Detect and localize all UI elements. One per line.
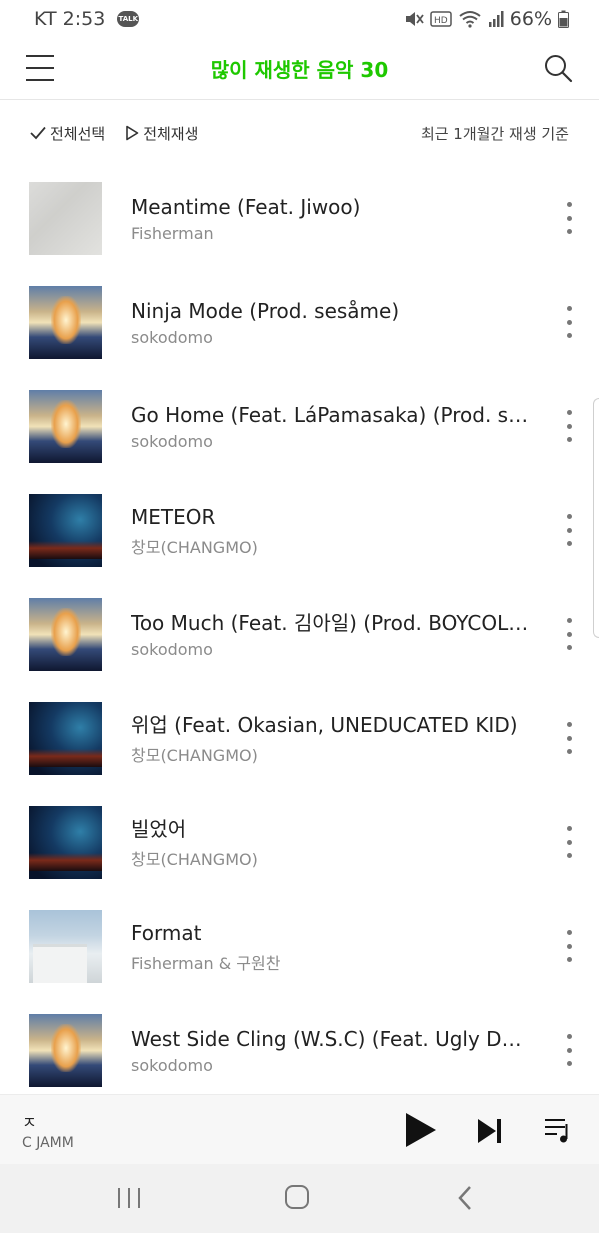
song-row[interactable]: Go Home (Feat. LáPamasaka) (Prod. se… so… xyxy=(0,374,599,478)
album-art[interactable] xyxy=(29,181,102,255)
song-row[interactable]: Meantime (Feat. Jiwoo) Fisherman xyxy=(0,166,599,270)
album-art[interactable] xyxy=(29,389,102,463)
play-all-label: 전체재생 xyxy=(143,124,199,143)
more-vertical-icon[interactable] xyxy=(565,514,573,546)
app-header: 많이 재생한 음악 30 xyxy=(0,38,599,100)
edge-panel-handle[interactable] xyxy=(593,398,599,638)
list-toolbar: 전체선택 전체재생 최근 1개월간 재생 기준 xyxy=(0,100,599,166)
song-artist[interactable]: sokodomo xyxy=(131,328,531,347)
song-artist[interactable]: sokodomo xyxy=(131,640,531,659)
song-artist[interactable]: 창모(CHANGMO) xyxy=(131,742,531,766)
more-vertical-icon[interactable] xyxy=(565,618,573,650)
song-text: Meantime (Feat. Jiwoo) Fisherman xyxy=(131,193,531,243)
song-text: Too Much (Feat. 김아일) (Prod. BOYCOLD) sok… xyxy=(131,609,531,659)
song-title: Go Home (Feat. LáPamasaka) (Prod. se… xyxy=(131,403,531,427)
page-title: 많이 재생한 음악 30 xyxy=(210,58,389,82)
system-nav-bar xyxy=(0,1164,599,1233)
song-row[interactable]: Too Much (Feat. 김아일) (Prod. BOYCOLD) sok… xyxy=(0,582,599,686)
song-text: West Side Cling (W.S.C) (Feat. Ugly Duc…… xyxy=(131,1025,531,1075)
more-vertical-icon[interactable] xyxy=(565,410,573,442)
song-artist[interactable]: sokodomo xyxy=(131,432,531,451)
more-vertical-icon[interactable] xyxy=(565,722,573,754)
song-row[interactable]: 빌었어 창모(CHANGMO) xyxy=(0,790,599,894)
song-text: Ninja Mode (Prod. sesåme) sokodomo xyxy=(131,297,531,347)
song-text: 위업 (Feat. Okasian, UNEDUCATED KID) 창모(CH… xyxy=(131,711,531,766)
check-icon xyxy=(30,126,46,140)
song-artist[interactable]: Fisherman & 구원찬 xyxy=(131,950,531,974)
more-vertical-icon[interactable] xyxy=(565,826,573,858)
now-playing-title: ㅈ xyxy=(22,1113,37,1132)
hamburger-icon[interactable] xyxy=(26,55,54,81)
status-right: HD 66% xyxy=(404,8,569,30)
song-title: Too Much (Feat. 김아일) (Prod. BOYCOLD) xyxy=(131,611,531,635)
song-row[interactable]: 위업 (Feat. Okasian, UNEDUCATED KID) 창모(CH… xyxy=(0,686,599,790)
song-row[interactable]: West Side Cling (W.S.C) (Feat. Ugly Duc…… xyxy=(0,998,599,1102)
play-outline-icon xyxy=(126,125,139,141)
song-list: Meantime (Feat. Jiwoo) Fisherman Ninja M… xyxy=(0,166,599,1102)
mute-icon xyxy=(405,12,424,26)
hd-voice-icon: HD xyxy=(430,11,452,27)
status-time: KT 2:53 xyxy=(34,8,106,30)
kakaotalk-notification-icon: TALK xyxy=(117,11,140,27)
song-title: 위업 (Feat. Okasian, UNEDUCATED KID) xyxy=(131,712,518,737)
select-all-button[interactable]: 전체선택 xyxy=(30,123,105,144)
album-art[interactable] xyxy=(29,1013,102,1087)
album-art[interactable] xyxy=(29,597,102,671)
album-art[interactable] xyxy=(29,285,102,359)
song-row[interactable]: METEOR 창모(CHANGMO) xyxy=(0,478,599,582)
song-title: Meantime (Feat. Jiwoo) xyxy=(131,195,361,219)
play-icon[interactable] xyxy=(402,1111,438,1149)
album-art[interactable] xyxy=(29,701,102,775)
now-playing-artist: C JAMM xyxy=(22,1135,74,1151)
album-art[interactable] xyxy=(29,909,102,983)
album-art[interactable] xyxy=(29,805,102,879)
skip-next-icon[interactable] xyxy=(476,1117,504,1145)
battery-icon xyxy=(558,10,569,28)
song-text: Format Fisherman & 구원찬 xyxy=(131,919,531,974)
song-title: Ninja Mode (Prod. sesåme) xyxy=(131,299,400,323)
period-note: 최근 1개월간 재생 기준 xyxy=(420,124,569,143)
battery-percent: 66% xyxy=(509,8,552,30)
song-artist[interactable]: Fisherman xyxy=(131,224,531,243)
song-title: 빌었어 xyxy=(131,816,187,841)
album-art[interactable] xyxy=(29,493,102,567)
recent-apps-icon[interactable] xyxy=(118,1188,140,1208)
more-vertical-icon[interactable] xyxy=(565,306,573,338)
song-title: Format xyxy=(131,920,202,945)
song-row[interactable]: Format Fisherman & 구원찬 xyxy=(0,894,599,998)
song-artist[interactable]: 창모(CHANGMO) xyxy=(131,534,531,558)
song-row[interactable]: Ninja Mode (Prod. sesåme) sokodomo xyxy=(0,270,599,374)
back-icon[interactable] xyxy=(456,1184,474,1212)
song-text: 빌었어 창모(CHANGMO) xyxy=(131,815,531,870)
home-icon[interactable] xyxy=(285,1185,309,1209)
song-title: METEOR xyxy=(131,504,216,529)
signal-icon xyxy=(488,11,504,27)
playlist-icon[interactable] xyxy=(543,1115,573,1145)
song-text: Go Home (Feat. LáPamasaka) (Prod. se… so… xyxy=(131,401,531,451)
play-all-button[interactable]: 전체재생 xyxy=(125,123,198,144)
song-artist[interactable]: 창모(CHANGMO) xyxy=(131,846,531,870)
status-bar: KT 2:53 TALK HD 66% xyxy=(0,0,599,38)
more-vertical-icon[interactable] xyxy=(565,1034,573,1066)
wifi-icon xyxy=(459,11,481,28)
song-artist[interactable]: sokodomo xyxy=(131,1056,531,1075)
svg-text:HD: HD xyxy=(434,16,448,26)
more-vertical-icon[interactable] xyxy=(565,202,573,234)
mini-player[interactable]: ㅈ C JAMM xyxy=(0,1094,599,1164)
song-title: West Side Cling (W.S.C) (Feat. Ugly Duc… xyxy=(131,1027,531,1051)
status-left: KT 2:53 TALK xyxy=(34,8,140,30)
song-text: METEOR 창모(CHANGMO) xyxy=(131,503,531,558)
select-all-label: 전체선택 xyxy=(50,124,106,143)
search-icon[interactable] xyxy=(543,53,573,83)
more-vertical-icon[interactable] xyxy=(565,930,573,962)
